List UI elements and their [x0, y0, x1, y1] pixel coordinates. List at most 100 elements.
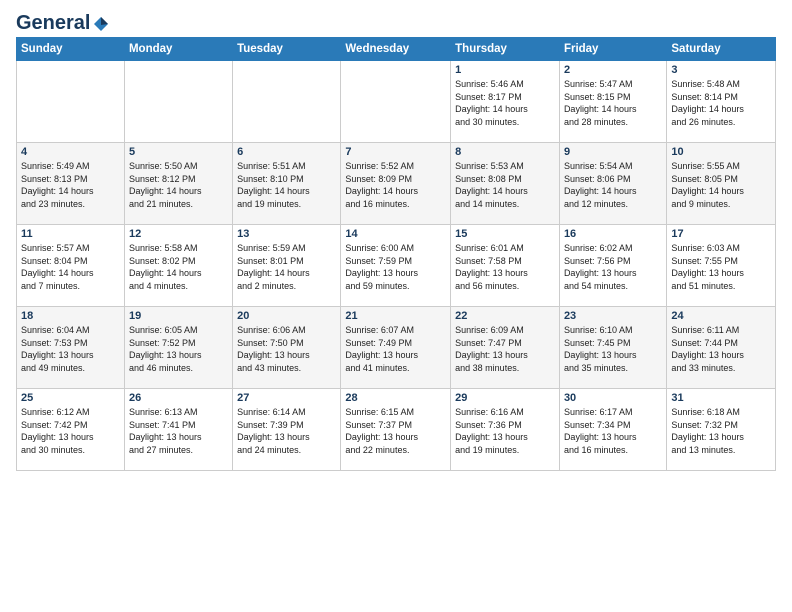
weekday-header-wednesday: Wednesday — [341, 38, 451, 61]
day-number: 31 — [671, 392, 771, 404]
calendar-cell: 19 Sunrise: 6:05 AM Sunset: 7:52 PM Dayli… — [124, 307, 232, 389]
day-info: Sunrise: 5:59 AM Sunset: 8:01 PM Dayligh… — [237, 242, 336, 292]
day-number: 2 — [564, 64, 662, 76]
calendar-cell: 25 Sunrise: 6:12 AM Sunset: 7:42 PM Dayli… — [17, 389, 125, 471]
day-info: Sunrise: 5:53 AM Sunset: 8:08 PM Dayligh… — [455, 160, 555, 210]
calendar-cell: 9 Sunrise: 5:54 AM Sunset: 8:06 PM Daylig… — [559, 143, 666, 225]
header: General — [16, 12, 776, 31]
calendar-cell: 1 Sunrise: 5:46 AM Sunset: 8:17 PM Daylig… — [451, 61, 560, 143]
calendar-cell: 26 Sunrise: 6:13 AM Sunset: 7:41 PM Dayli… — [124, 389, 232, 471]
day-info: Sunrise: 5:55 AM Sunset: 8:05 PM Dayligh… — [671, 160, 771, 210]
calendar-cell: 6Sunrise: 5:51 AM Sunset: 8:10 PM Daylig… — [233, 143, 341, 225]
weekday-header-sunday: Sunday — [17, 38, 125, 61]
calendar-week-row: 4 Sunrise: 5:49 AM Sunset: 8:13 PM Daylig… — [17, 143, 776, 225]
logo-icon — [92, 15, 110, 33]
day-info: Sunrise: 5:48 AM Sunset: 8:14 PM Dayligh… — [671, 78, 771, 128]
day-number: 8 — [455, 146, 555, 158]
calendar-cell: 7 Sunrise: 5:52 AM Sunset: 8:09 PM Daylig… — [341, 143, 451, 225]
day-info: Sunrise: 5:50 AM Sunset: 8:12 PM Dayligh… — [129, 160, 228, 210]
day-info: Sunrise: 6:15 AM Sunset: 7:37 PM Dayligh… — [345, 406, 446, 456]
day-info: Sunrise: 5:57 AM Sunset: 8:04 PM Dayligh… — [21, 242, 120, 292]
logo: General — [16, 12, 110, 31]
calendar-cell: 31 Sunrise: 6:18 AM Sunset: 7:32 PM Dayli… — [667, 389, 776, 471]
day-number: 15 — [455, 228, 555, 240]
day-number: 12 — [129, 228, 228, 240]
weekday-header-row: SundayMondayTuesdayWednesdayThursdayFrid… — [17, 38, 776, 61]
day-number: 30 — [564, 392, 662, 404]
calendar-cell: 11 Sunrise: 5:57 AM Sunset: 8:04 PM Dayli… — [17, 225, 125, 307]
calendar-cell: 24Sunrise: 6:11 AM Sunset: 7:44 PM Dayli… — [667, 307, 776, 389]
weekday-header-saturday: Saturday — [667, 38, 776, 61]
calendar-cell: 30 Sunrise: 6:17 AM Sunset: 7:34 PM Dayli… — [559, 389, 666, 471]
calendar-cell: 5 Sunrise: 5:50 AM Sunset: 8:12 PM Daylig… — [124, 143, 232, 225]
calendar-cell: 23Sunrise: 6:10 AM Sunset: 7:45 PM Dayli… — [559, 307, 666, 389]
day-number: 29 — [455, 392, 555, 404]
day-info: Sunrise: 5:47 AM Sunset: 8:15 PM Dayligh… — [564, 78, 662, 128]
calendar-cell: 20 Sunrise: 6:06 AM Sunset: 7:50 PM Dayli… — [233, 307, 341, 389]
day-info: Sunrise: 5:52 AM Sunset: 8:09 PM Dayligh… — [345, 160, 446, 210]
calendar-cell: 12 Sunrise: 5:58 AM Sunset: 8:02 PM Dayli… — [124, 225, 232, 307]
calendar-table: SundayMondayTuesdayWednesdayThursdayFrid… — [16, 37, 776, 471]
calendar-cell: 28Sunrise: 6:15 AM Sunset: 7:37 PM Dayli… — [341, 389, 451, 471]
calendar-cell: 8 Sunrise: 5:53 AM Sunset: 8:08 PM Daylig… — [451, 143, 560, 225]
calendar-cell — [17, 61, 125, 143]
logo-general: General — [16, 12, 90, 35]
calendar-week-row: 11 Sunrise: 5:57 AM Sunset: 8:04 PM Dayli… — [17, 225, 776, 307]
day-number: 5 — [129, 146, 228, 158]
day-number: 19 — [129, 310, 228, 322]
day-info: Sunrise: 5:54 AM Sunset: 8:06 PM Dayligh… — [564, 160, 662, 210]
day-number: 11 — [21, 228, 120, 240]
day-info: Sunrise: 6:12 AM Sunset: 7:42 PM Dayligh… — [21, 406, 120, 456]
day-number: 20 — [237, 310, 336, 322]
day-info: Sunrise: 5:58 AM Sunset: 8:02 PM Dayligh… — [129, 242, 228, 292]
calendar-cell: 17Sunrise: 6:03 AM Sunset: 7:55 PM Dayli… — [667, 225, 776, 307]
calendar-cell — [341, 61, 451, 143]
day-info: Sunrise: 6:13 AM Sunset: 7:41 PM Dayligh… — [129, 406, 228, 456]
calendar-page: General SundayMondayTuesdayWednesdayThur… — [0, 0, 792, 479]
day-info: Sunrise: 6:07 AM Sunset: 7:49 PM Dayligh… — [345, 324, 446, 374]
calendar-week-row: 1 Sunrise: 5:46 AM Sunset: 8:17 PM Daylig… — [17, 61, 776, 143]
weekday-header-monday: Monday — [124, 38, 232, 61]
day-number: 6 — [237, 146, 336, 158]
day-info: Sunrise: 6:18 AM Sunset: 7:32 PM Dayligh… — [671, 406, 771, 456]
weekday-header-thursday: Thursday — [451, 38, 560, 61]
day-number: 3 — [671, 64, 771, 76]
day-number: 24 — [671, 310, 771, 322]
day-number: 9 — [564, 146, 662, 158]
day-info: Sunrise: 6:16 AM Sunset: 7:36 PM Dayligh… — [455, 406, 555, 456]
day-info: Sunrise: 6:05 AM Sunset: 7:52 PM Dayligh… — [129, 324, 228, 374]
day-info: Sunrise: 6:09 AM Sunset: 7:47 PM Dayligh… — [455, 324, 555, 374]
day-info: Sunrise: 6:17 AM Sunset: 7:34 PM Dayligh… — [564, 406, 662, 456]
calendar-cell: 21 Sunrise: 6:07 AM Sunset: 7:49 PM Dayli… — [341, 307, 451, 389]
day-number: 7 — [345, 146, 446, 158]
day-number: 25 — [21, 392, 120, 404]
day-number: 14 — [345, 228, 446, 240]
day-number: 4 — [21, 146, 120, 158]
day-info: Sunrise: 6:06 AM Sunset: 7:50 PM Dayligh… — [237, 324, 336, 374]
day-info: Sunrise: 6:01 AM Sunset: 7:58 PM Dayligh… — [455, 242, 555, 292]
day-info: Sunrise: 5:46 AM Sunset: 8:17 PM Dayligh… — [455, 78, 555, 128]
day-info: Sunrise: 6:14 AM Sunset: 7:39 PM Dayligh… — [237, 406, 336, 456]
calendar-cell: 2 Sunrise: 5:47 AM Sunset: 8:15 PM Daylig… — [559, 61, 666, 143]
calendar-week-row: 25 Sunrise: 6:12 AM Sunset: 7:42 PM Dayli… — [17, 389, 776, 471]
calendar-week-row: 18Sunrise: 6:04 AM Sunset: 7:53 PM Dayli… — [17, 307, 776, 389]
day-info: Sunrise: 6:10 AM Sunset: 7:45 PM Dayligh… — [564, 324, 662, 374]
calendar-cell — [124, 61, 232, 143]
day-number: 17 — [671, 228, 771, 240]
day-number: 10 — [671, 146, 771, 158]
day-number: 22 — [455, 310, 555, 322]
calendar-cell: 10 Sunrise: 5:55 AM Sunset: 8:05 PM Dayli… — [667, 143, 776, 225]
day-number: 21 — [345, 310, 446, 322]
calendar-cell: 14 Sunrise: 6:00 AM Sunset: 7:59 PM Dayli… — [341, 225, 451, 307]
day-number: 26 — [129, 392, 228, 404]
day-number: 27 — [237, 392, 336, 404]
day-number: 13 — [237, 228, 336, 240]
day-number: 16 — [564, 228, 662, 240]
calendar-cell: 4 Sunrise: 5:49 AM Sunset: 8:13 PM Daylig… — [17, 143, 125, 225]
day-info: Sunrise: 5:49 AM Sunset: 8:13 PM Dayligh… — [21, 160, 120, 210]
day-info: Sunrise: 6:00 AM Sunset: 7:59 PM Dayligh… — [345, 242, 446, 292]
day-number: 1 — [455, 64, 555, 76]
calendar-cell: 29 Sunrise: 6:16 AM Sunset: 7:36 PM Dayli… — [451, 389, 560, 471]
weekday-header-friday: Friday — [559, 38, 666, 61]
day-info: Sunrise: 6:04 AM Sunset: 7:53 PM Dayligh… — [21, 324, 120, 374]
